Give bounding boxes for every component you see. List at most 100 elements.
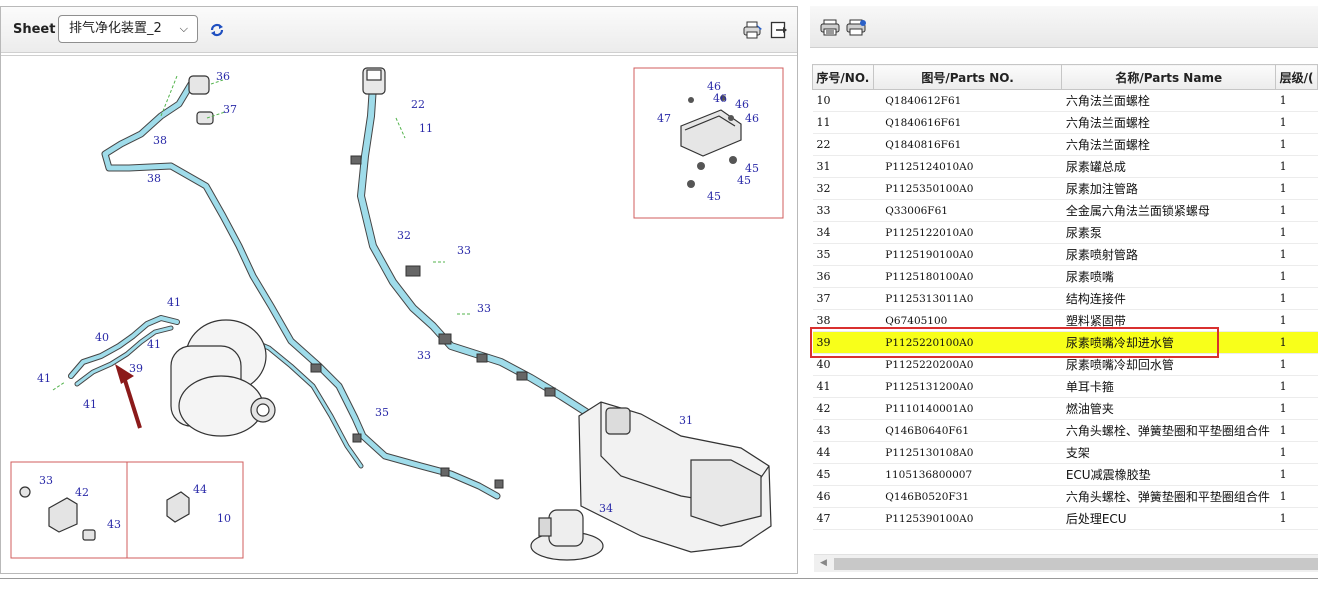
callout-40: 40 [95, 331, 109, 344]
table-row[interactable]: 33 Q33006F61 全金属六角法兰面锁紧螺母 1 [812, 199, 1318, 222]
cell-pn: 1105136800007 [873, 463, 1062, 486]
table-row[interactable]: 44 P1125130108A0 支架 1 [812, 441, 1318, 464]
column-header-no[interactable]: 序号/NO. [812, 64, 874, 90]
table-row[interactable]: 42 P1110140001A0 燃油管夹 1 [812, 397, 1318, 420]
cell-no: 31 [812, 155, 874, 178]
cell-no: 33 [812, 199, 874, 222]
cell-pn: Q146B0520F31 [873, 485, 1062, 508]
cell-name: 尿素喷嘴 [1061, 265, 1276, 288]
cell-no: 44 [812, 441, 874, 464]
cell-no: 41 [812, 375, 874, 398]
cell-name: 六角法兰面螺栓 [1061, 111, 1276, 134]
exit-icon[interactable] [770, 21, 788, 39]
callout-41c: 41 [37, 372, 51, 385]
table-row[interactable]: 35 P1125190100A0 尿素喷射管路 1 [812, 243, 1318, 266]
cell-pn: Q1840612F61 [873, 89, 1062, 112]
parts-diagram[interactable]: 36 37 38 38 22 11 46 46 46 46 47 45 45 4… [1, 55, 797, 573]
cell-name: 六角法兰面螺栓 [1061, 133, 1276, 156]
cell-name: 尿素罐总成 [1061, 155, 1276, 178]
table-row[interactable]: 34 P1125122010A0 尿素泵 1 [812, 221, 1318, 244]
column-header-parts-name[interactable]: 名称/Parts Name [1061, 64, 1277, 90]
cell-level: 1 [1275, 133, 1318, 156]
cell-pn: P1125122010A0 [873, 221, 1062, 244]
callout-33a: 33 [457, 244, 471, 257]
callout-41b: 41 [147, 338, 161, 351]
table-row[interactable]: 43 Q146B0640F61 六角头螺栓、弹簧垫圈和平垫圈组合件 1 [812, 419, 1318, 442]
column-header-parts-no[interactable]: 图号/Parts NO. [872, 64, 1063, 90]
cell-level: 1 [1275, 353, 1318, 376]
cell-level: 1 [1275, 441, 1318, 464]
callout-33c: 33 [417, 349, 431, 362]
table-row[interactable]: 45 1105136800007 ECU减震橡胶垫 1 [812, 463, 1318, 486]
cell-level: 1 [1275, 331, 1318, 354]
cell-pn: P1125220200A0 [873, 353, 1062, 376]
cell-no: 45 [812, 463, 874, 486]
table-row[interactable]: 31 P1125124010A0 尿素罐总成 1 [812, 155, 1318, 178]
cell-name: 尿素泵 [1061, 221, 1276, 244]
callout-43: 43 [107, 518, 121, 531]
table-row[interactable]: 41 P1125131200A0 单耳卡箍 1 [812, 375, 1318, 398]
print-icon[interactable] [742, 21, 764, 39]
column-header-level[interactable]: 层级/( [1275, 64, 1318, 90]
cell-no: 38 [812, 309, 874, 332]
cell-name: 后处理ECU [1061, 507, 1276, 530]
cell-no: 37 [812, 287, 874, 310]
parts-table-body: 10 Q1840612F61 六角法兰面螺栓 1 11 Q1840616F61 六角法兰面螺… [812, 89, 1318, 530]
callout-34: 34 [599, 502, 613, 515]
cell-no: 43 [812, 419, 874, 442]
cell-name: 单耳卡箍 [1061, 375, 1276, 398]
cell-level: 1 [1275, 155, 1318, 178]
callout-46d: 46 [745, 112, 759, 125]
cell-name: 六角头螺栓、弹簧垫圈和平垫圈组合件 [1061, 419, 1276, 442]
sheet-select[interactable]: 排气净化装置_2 ⌵ [58, 15, 198, 43]
scroll-left-icon[interactable]: ◀ [820, 558, 827, 568]
callout-33d: 33 [39, 474, 53, 487]
table-row[interactable]: 10 Q1840612F61 六角法兰面螺栓 1 [812, 89, 1318, 112]
cell-level: 1 [1275, 177, 1318, 200]
table-row[interactable]: 22 Q1840816F61 六角法兰面螺栓 1 [812, 133, 1318, 156]
callout-32: 32 [397, 229, 411, 242]
table-row[interactable]: 46 Q146B0520F31 六角头螺栓、弹簧垫圈和平垫圈组合件 1 [812, 485, 1318, 508]
cell-no: 42 [812, 397, 874, 420]
cell-name: 六角头螺栓、弹簧垫圈和平垫圈组合件 [1061, 485, 1276, 508]
table-row[interactable]: 39 P1125220100A0 尿素喷嘴冷却进水管 1 [812, 331, 1318, 354]
callout-41a: 41 [167, 296, 181, 309]
exploded-view-drawing: 36 37 38 38 22 11 46 46 46 46 47 45 45 4… [10, 67, 784, 561]
cell-no: 47 [812, 507, 874, 530]
cell-pn: Q1840816F61 [873, 133, 1062, 156]
cell-level: 1 [1275, 111, 1318, 134]
cell-no: 39 [812, 331, 874, 354]
callout-45c: 45 [707, 190, 721, 203]
refresh-icon[interactable] [208, 21, 226, 39]
cell-no: 11 [812, 111, 874, 134]
table-row[interactable]: 11 Q1840616F61 六角法兰面螺栓 1 [812, 111, 1318, 134]
sheet-select-value: 排气净化装置_2 [69, 21, 162, 36]
cell-level: 1 [1275, 309, 1318, 332]
callout-39: 39 [129, 362, 143, 375]
callout-33b: 33 [477, 302, 491, 315]
table-row[interactable]: 37 P1125313011A0 结构连接件 1 [812, 287, 1318, 310]
table-row[interactable]: 47 P1125390100A0 后处理ECU 1 [812, 507, 1318, 530]
horizontal-scrollbar[interactable]: ◀ [814, 554, 1318, 572]
cell-pn: P1125130108A0 [873, 441, 1062, 464]
scrollbar-thumb[interactable] [834, 558, 1318, 570]
cell-pn: Q146B0640F61 [873, 419, 1062, 442]
table-row[interactable]: 38 Q67405100 塑料紧固带 1 [812, 309, 1318, 332]
cell-no: 36 [812, 265, 874, 288]
callout-47: 47 [657, 112, 671, 125]
export-table-icon[interactable] [846, 18, 868, 36]
table-row[interactable]: 40 P1125220200A0 尿素喷嘴冷却回水管 1 [812, 353, 1318, 376]
cell-pn: P1125190100A0 [873, 243, 1062, 266]
print-table-icon[interactable] [820, 18, 842, 36]
cell-name: 尿素加注管路 [1061, 177, 1276, 200]
cell-level: 1 [1275, 287, 1318, 310]
cell-level: 1 [1275, 89, 1318, 112]
table-row[interactable]: 32 P1125350100A0 尿素加注管路 1 [812, 177, 1318, 200]
table-row[interactable]: 36 P1125180100A0 尿素喷嘴 1 [812, 265, 1318, 288]
cell-level: 1 [1275, 397, 1318, 420]
cell-pn: P1125124010A0 [873, 155, 1062, 178]
cell-no: 34 [812, 221, 874, 244]
cell-level: 1 [1275, 375, 1318, 398]
cell-pn: P1125131200A0 [873, 375, 1062, 398]
cell-name: 六角法兰面螺栓 [1061, 89, 1276, 112]
